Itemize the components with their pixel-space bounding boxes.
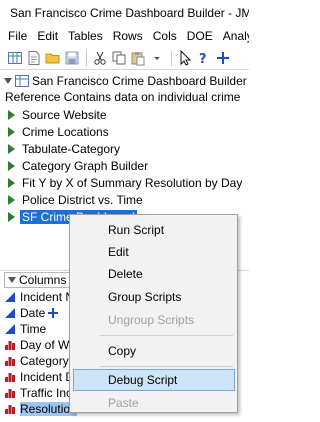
menu-rows[interactable]: Rows bbox=[108, 29, 148, 43]
column-label: Category bbox=[20, 354, 69, 368]
menu-tables[interactable]: Tables bbox=[63, 29, 108, 43]
column-label: Time bbox=[20, 322, 47, 336]
script-tabulate-category[interactable]: Tabulate-Category bbox=[0, 140, 249, 157]
menu-separator bbox=[100, 366, 233, 367]
new-script-icon[interactable] bbox=[25, 49, 42, 66]
script-source-website[interactable]: Source Website bbox=[0, 106, 249, 123]
nominal-column-icon bbox=[5, 357, 15, 366]
run-script-icon[interactable] bbox=[8, 194, 15, 205]
window-title: San Francisco Crime Dashboard Builder - … bbox=[10, 6, 249, 20]
menu-item-debug-script[interactable]: Debug Script bbox=[73, 369, 235, 391]
menu-cols[interactable]: Cols bbox=[148, 29, 182, 43]
menu-item-paste: Paste bbox=[108, 396, 139, 410]
menu-item-copy[interactable]: Copy bbox=[70, 340, 237, 362]
run-script-icon[interactable] bbox=[8, 109, 15, 120]
save-icon[interactable] bbox=[63, 49, 80, 66]
nominal-column-icon bbox=[5, 373, 15, 382]
collapse-triangle-icon[interactable] bbox=[8, 277, 16, 283]
columns-title: Columns bbox=[19, 273, 67, 287]
continuous-column-icon bbox=[5, 324, 15, 334]
toolbar: ? bbox=[0, 46, 249, 70]
toolbar-separator bbox=[86, 49, 87, 66]
script-label: Fit Y by X of Summary Resolution by Day bbox=[22, 175, 243, 190]
paste-icon[interactable] bbox=[129, 49, 146, 66]
reference-note: Reference Contains data on individual cr… bbox=[5, 90, 241, 104]
menu-edit[interactable]: Edit bbox=[32, 29, 63, 43]
script-context-menu: Run Script Edit Delete Group Scripts Ung… bbox=[69, 214, 238, 413]
arrow-cursor-icon[interactable] bbox=[176, 49, 193, 66]
nominal-column-icon bbox=[5, 405, 15, 414]
menu-item-group-scripts[interactable]: Group Scripts bbox=[70, 286, 237, 308]
dropdown-arrow-icon[interactable] bbox=[148, 49, 165, 66]
script-label: Category Graph Builder bbox=[22, 158, 149, 173]
run-script-icon[interactable] bbox=[8, 143, 15, 154]
nominal-column-icon bbox=[5, 341, 15, 350]
toolbar-separator bbox=[171, 49, 172, 66]
columns-header-box[interactable]: Columns bbox=[4, 272, 71, 288]
table-panel-header[interactable]: San Francisco Crime Dashboard Builder bbox=[0, 72, 249, 90]
column-label: Incident N bbox=[20, 290, 75, 304]
menu-item-edit[interactable]: Edit bbox=[70, 241, 237, 263]
menu-separator bbox=[100, 335, 233, 336]
plus-icon bbox=[48, 308, 59, 318]
run-script-icon[interactable] bbox=[8, 160, 15, 171]
collapse-triangle-icon[interactable] bbox=[4, 78, 12, 84]
script-fit-y-by-x[interactable]: Fit Y by X of Summary Resolution by Day bbox=[0, 174, 249, 191]
script-police-district-vs-time[interactable]: Police District vs. Time bbox=[0, 191, 249, 208]
table-name: San Francisco Crime Dashboard Builder bbox=[32, 74, 247, 88]
menu-analyze[interactable]: Analyze bbox=[218, 29, 249, 43]
data-table-icon bbox=[15, 75, 29, 87]
script-crime-locations[interactable]: Crime Locations bbox=[0, 123, 249, 140]
script-label: Tabulate-Category bbox=[22, 141, 121, 156]
column-label: Traffic Inc bbox=[20, 386, 73, 400]
script-label: Police District vs. Time bbox=[22, 192, 143, 207]
cut-icon[interactable] bbox=[91, 49, 108, 66]
script-category-graph-builder[interactable]: Category Graph Builder bbox=[0, 157, 249, 174]
column-label: Date bbox=[20, 306, 46, 320]
run-script-icon[interactable] bbox=[8, 211, 15, 222]
menu-item-run-script[interactable]: Run Script bbox=[70, 219, 237, 241]
menu-file[interactable]: File bbox=[0, 29, 32, 43]
menu-item-ungroup-scripts: Ungroup Scripts bbox=[108, 313, 195, 327]
help-cursor-icon[interactable]: ? bbox=[195, 49, 212, 66]
column-label: Day of W bbox=[20, 338, 70, 352]
script-label: Crime Locations bbox=[22, 124, 109, 139]
continuous-column-icon bbox=[5, 308, 15, 318]
menu-bar: File Edit Tables Rows Cols DOE Analyze bbox=[0, 26, 249, 46]
continuous-column-icon bbox=[5, 292, 15, 302]
copy-icon[interactable] bbox=[110, 49, 127, 66]
open-icon[interactable] bbox=[44, 49, 61, 66]
run-script-icon[interactable] bbox=[8, 177, 15, 188]
svg-text:?: ? bbox=[199, 52, 207, 66]
title-bar: San Francisco Crime Dashboard Builder - … bbox=[0, 0, 249, 26]
new-table-icon[interactable] bbox=[6, 49, 23, 66]
script-label: Source Website bbox=[22, 107, 107, 122]
nominal-column-icon bbox=[5, 389, 15, 398]
column-label: Incident D bbox=[20, 370, 75, 384]
menu-doe[interactable]: DOE bbox=[182, 29, 218, 43]
selection-icon[interactable] bbox=[214, 49, 231, 66]
menu-item-delete[interactable]: Delete bbox=[70, 263, 237, 285]
run-script-icon[interactable] bbox=[8, 126, 15, 137]
